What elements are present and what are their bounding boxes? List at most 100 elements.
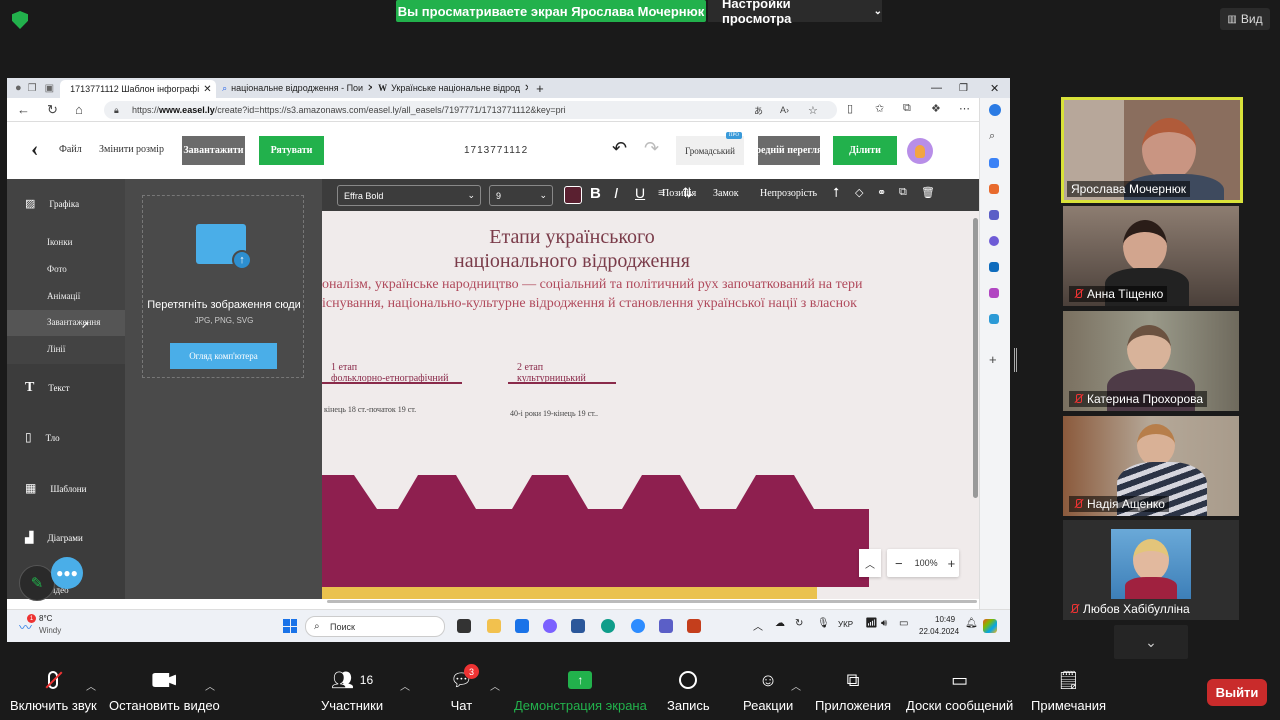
easel-name[interactable]: 1713771112 (464, 145, 528, 156)
tray-cloud-icon[interactable]: ☁ (775, 618, 785, 629)
bring-front-icon[interactable]: ⭡ (833, 185, 839, 201)
chat-caret-icon[interactable]: ︿ (490, 678, 500, 693)
participants-caret-icon[interactable]: ︿ (400, 678, 410, 693)
send-icon[interactable] (989, 314, 999, 324)
volume-icon[interactable]: 🔊︎ (881, 618, 887, 629)
size-select[interactable]: 9 ⌄ (489, 185, 553, 206)
zoom-app-icon[interactable] (631, 619, 645, 633)
language-indicator[interactable]: УКР (838, 620, 853, 629)
mail-icon[interactable] (515, 619, 529, 633)
vertical-scrollbar[interactable] (973, 218, 978, 498)
tray-chevron-icon[interactable]: ︿ (753, 618, 763, 633)
participant-video[interactable]: Ярослава Мочернюк (1061, 97, 1243, 203)
share-screen-button[interactable]: ↑ Демонстрация экрана (514, 668, 647, 713)
new-tab-icon[interactable]: + (536, 81, 544, 96)
nav-animations[interactable]: Анімації (47, 291, 80, 301)
save-button[interactable]: Рятувати (259, 136, 324, 165)
horizontal-scrollbar[interactable] (327, 600, 977, 603)
tab-easel[interactable]: 1713771112 Шаблон інфографі ✕ (60, 80, 217, 98)
share-button[interactable]: Ділити (833, 136, 897, 165)
nav-icons[interactable]: Іконки (47, 237, 72, 247)
bold-icon[interactable]: B (590, 185, 601, 202)
clock-time[interactable]: 10:49 (935, 615, 955, 624)
download-button[interactable]: Завантажити (182, 136, 245, 165)
stage-1-date[interactable]: кінець 18 ст.-початок 19 ст. (324, 405, 434, 415)
back-icon[interactable]: ← (17, 102, 30, 117)
workspaces-icon[interactable]: ❐ (28, 83, 37, 94)
avatar[interactable] (907, 138, 933, 164)
audio-options-caret-icon[interactable]: ︿ (86, 678, 96, 693)
people-icon[interactable] (989, 210, 999, 220)
stage-1-heading[interactable]: 1 етап фольклорно-етнографічний (331, 362, 448, 384)
nav-uploads[interactable]: Завантаження (47, 317, 100, 327)
color-swatch[interactable] (564, 186, 582, 204)
nav-background[interactable]: ▯ Тло (25, 430, 60, 445)
crown-shape[interactable] (322, 475, 869, 587)
collections-icon[interactable]: ⧉ (903, 102, 911, 115)
add-icon[interactable]: + (989, 352, 997, 367)
apps-button[interactable]: ⧉ Приложения (815, 668, 891, 714)
whiteboards-button[interactable]: ▭ Доски сообщений (906, 668, 1013, 714)
draw-button[interactable]: ✎ (19, 565, 55, 601)
nav-text[interactable]: T Текст (25, 380, 70, 396)
undo-icon[interactable]: ↶ (612, 138, 627, 159)
task-view-icon[interactable] (457, 619, 471, 633)
canvas-area[interactable]: Effra Bold ⌄ 9 ⌄ B I U ≡ Позиція ⇅ Замок… (322, 179, 979, 599)
italic-icon[interactable]: I (614, 185, 618, 202)
copilot-icon[interactable] (989, 104, 1001, 116)
toolbox-icon[interactable] (989, 184, 999, 194)
close-icon[interactable]: ✕ (524, 83, 528, 94)
copilot-app-icon[interactable] (543, 619, 557, 633)
taskbar-search[interactable]: ⌕ Поиск (305, 616, 445, 637)
tab-actions-icon[interactable]: ▣ (45, 83, 54, 94)
font-select[interactable]: Effra Bold ⌄ (337, 185, 481, 206)
zoom-in-icon[interactable]: + (948, 556, 956, 571)
word-icon[interactable] (571, 619, 585, 633)
stage-2-date[interactable]: 40-і роки 19-кінець 19 ст.. (510, 409, 598, 419)
file-menu[interactable]: Файл (59, 144, 82, 155)
chat-button[interactable]: 💬︎ 3 Чат (450, 664, 479, 713)
clock-date[interactable]: 22.04.2024 (919, 627, 959, 636)
refresh-icon[interactable]: ↻ (47, 102, 58, 118)
favorite-star-icon[interactable]: ☆ (808, 104, 818, 117)
link-icon[interactable]: ⚭ (877, 186, 886, 199)
profile-icon[interactable]: ● (15, 82, 22, 94)
participant-video[interactable]: Анна Тіщенко (1063, 206, 1239, 306)
infographic-body[interactable]: оналізм, українське народництво — соціал… (322, 275, 979, 313)
participants-button[interactable]: 👥︎ 16 Участники (321, 668, 383, 714)
record-button[interactable]: Запись (667, 668, 710, 713)
back-chevron-icon[interactable]: ‹ (31, 136, 38, 162)
window-close-icon[interactable]: ✕ (990, 82, 999, 95)
more-participants-button[interactable]: ⌄ (1114, 625, 1188, 659)
close-icon[interactable]: ✕ (203, 84, 211, 95)
translate-icon[interactable]: あ (754, 104, 763, 117)
view-button[interactable]: ▥ Вид (1220, 8, 1270, 30)
read-aloud-icon[interactable]: A› (780, 105, 789, 115)
start-button[interactable] (283, 619, 297, 633)
tray-sync-icon[interactable]: ↻ (795, 618, 803, 629)
extensions-icon[interactable]: ❖ (931, 102, 941, 115)
resize-handle[interactable] (1014, 348, 1017, 372)
participant-video[interactable]: Надія Ащенко (1063, 416, 1239, 516)
stage-2-heading[interactable]: 2 етап культурницький (517, 362, 586, 384)
drop-zone[interactable]: ↑ Перетягніть зображення сюди JPG, PNG, … (142, 195, 304, 378)
nav-graphics[interactable]: ▨ Графіка (25, 197, 79, 210)
favorites-icon[interactable]: ✩ (875, 102, 884, 115)
explorer-icon[interactable] (487, 619, 501, 633)
view-settings-button[interactable]: Настройки просмотра ⌄ (708, 0, 882, 26)
infographic-title[interactable]: Етапи українського національного відродж… (322, 225, 822, 273)
nav-photo[interactable]: Фото (47, 264, 67, 274)
battery-icon[interactable]: ▭ (899, 618, 908, 629)
unmute-button[interactable]: Включить звук (10, 668, 97, 713)
reactions-button[interactable]: ☺ Реакции (743, 668, 793, 714)
nav-charts[interactable]: ▟ Діаграми (25, 531, 83, 544)
chat-bubble-button[interactable]: ●●● (51, 557, 83, 589)
search-icon[interactable]: ⌕ (989, 130, 995, 143)
zoom-out-icon[interactable]: − (895, 556, 903, 571)
security-shield-icon[interactable] (12, 11, 28, 29)
colorful-widget-icon[interactable] (983, 619, 997, 633)
edge-icon[interactable] (601, 619, 615, 633)
browse-computer-button[interactable]: Огляд комп'ютера (170, 343, 277, 369)
participant-video[interactable]: Катерина Прохорова (1063, 311, 1239, 411)
url-field[interactable]: 🔒︎ https://www.easel.ly/create?id=https:… (104, 101, 837, 119)
